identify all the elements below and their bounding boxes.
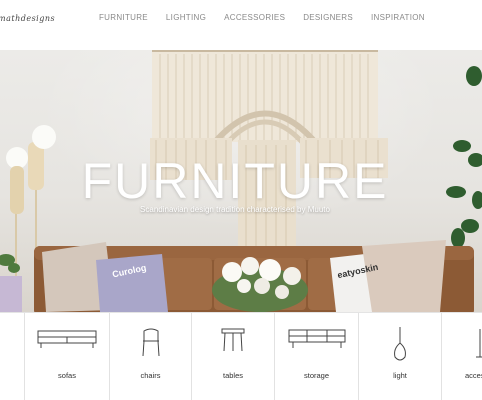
category-storage[interactable]: storage [275,313,359,400]
hero-banner: Curolog eatyoskin FURNITURE Scandinavian… [0,50,482,312]
category-light[interactable]: light [359,313,442,400]
site-logo[interactable]: mathdesigns [0,14,55,23]
macrame-image [150,50,388,250]
category-chairs[interactable]: chairs [110,313,192,400]
nav-item-inspiration[interactable]: INSPIRATION [371,13,425,22]
nav-item-accessories[interactable]: ACCESSORIES [224,13,285,22]
category-label: tables [222,371,243,380]
category-label: chairs [140,371,161,380]
category-partial[interactable] [0,313,25,400]
chair-icon [142,328,159,357]
accessory-icon [476,329,482,358]
pendant-light-icon [394,327,406,361]
category-label: storage [303,371,330,380]
nav-item-lighting[interactable]: LIGHTING [166,13,206,22]
storage-icon [288,329,345,348]
category-label: acces [465,371,482,380]
table-icon [221,328,245,352]
page: mathdesigns FURNITURE LIGHTING ACCESSORI… [0,0,482,400]
nav-item-designers[interactable]: DESIGNERS [303,13,353,22]
category-label: sofas [58,371,76,380]
main-nav: FURNITURE LIGHTING ACCESSORIES DESIGNERS… [99,13,443,22]
nav-item-furniture[interactable]: FURNITURE [99,13,148,22]
site-header: mathdesigns FURNITURE LIGHTING ACCESSORI… [0,0,482,50]
category-tables[interactable]: tables [192,313,275,400]
hero-title: FURNITURE [81,153,389,209]
category-sofas[interactable]: sofas [25,313,110,400]
category-strip: sofas chairs tables storage light acce [0,312,482,400]
hero-subtitle: Scandinavian design tradition characteri… [140,205,330,214]
category-label: light [393,371,407,380]
sofa-icon [37,330,97,348]
category-accessories[interactable]: acces [442,313,482,400]
